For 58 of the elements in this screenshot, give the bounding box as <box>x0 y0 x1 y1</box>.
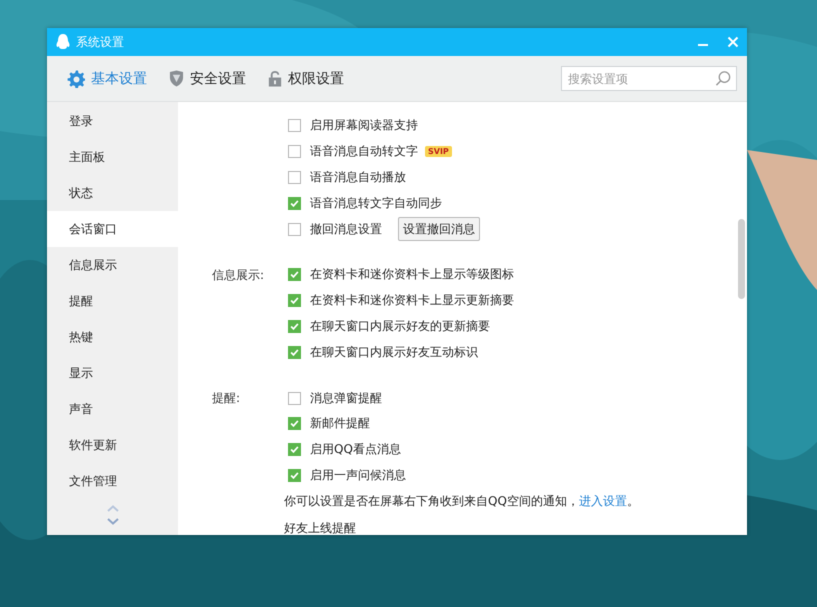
scroll-up-icon[interactable] <box>106 505 118 512</box>
sidebar-item[interactable]: 信息展示 <box>47 247 178 283</box>
window-title: 系统设置 <box>76 34 124 50</box>
sidebar-item[interactable]: 热键 <box>47 319 178 355</box>
subheading: 好友上线提醒 <box>284 520 356 535</box>
search-icon <box>715 70 732 87</box>
checkbox-label: 语音消息自动转文字 <box>310 143 418 160</box>
sidebar-item[interactable]: 状态 <box>47 175 178 211</box>
checkbox[interactable] <box>288 196 301 210</box>
sidebar-item[interactable]: 登录 <box>47 103 178 139</box>
sidebar-item[interactable]: 显示 <box>47 355 178 391</box>
scrollbar-thumb[interactable] <box>738 219 745 299</box>
vip-badge: SVIP <box>425 146 452 158</box>
checkbox[interactable] <box>288 468 301 482</box>
checkbox-label: 语音消息自动播放 <box>310 168 406 186</box>
section-label: 提醒: <box>212 390 240 408</box>
scroll-down-icon[interactable] <box>106 518 118 525</box>
checkbox[interactable] <box>288 443 301 456</box>
checkbox[interactable] <box>288 417 301 430</box>
checkbox-label: 在聊天窗口内展示好友的更新摘要 <box>310 318 490 335</box>
notice-text: 你可以设置是否在屏幕右下角收到来自QQ空间的通知，进入设置。 <box>284 493 639 510</box>
checkbox-label: 启用QQ看点消息 <box>310 441 401 458</box>
checkbox-label: 撤回消息设置 <box>310 220 382 238</box>
penguin-icon <box>56 34 70 50</box>
sidebar-item[interactable]: 文件管理 <box>47 463 178 499</box>
checkbox[interactable] <box>288 222 301 236</box>
settings-tab[interactable]: 权限设置 <box>268 66 344 92</box>
sidebar-item[interactable]: 提醒 <box>47 283 178 319</box>
checkbox-label: 语音消息转文字自动同步 <box>310 194 442 212</box>
section-label: 信息展示: <box>212 266 264 284</box>
settings-link[interactable]: 进入设置 <box>578 494 627 508</box>
lock-icon <box>268 70 282 87</box>
checkbox-label: 新邮件提醒 <box>310 415 370 432</box>
recall-settings-button[interactable]: 设置撤回消息 <box>398 217 480 242</box>
checkbox-label: 启用一声问候消息 <box>310 466 406 484</box>
checkbox[interactable] <box>288 392 301 405</box>
shield-icon <box>169 70 184 87</box>
checkbox[interactable] <box>288 119 301 132</box>
sidebar-item[interactable]: 会话窗口 <box>47 211 178 247</box>
checkbox-label: 在资料卡和迷你资料卡上显示更新摘要 <box>310 292 514 310</box>
sidebar-item[interactable]: 主面板 <box>47 139 178 175</box>
checkbox[interactable] <box>288 346 301 359</box>
gear-icon <box>67 70 85 88</box>
checkbox[interactable] <box>288 170 301 184</box>
checkbox-label: 启用屏幕阅读器支持 <box>310 117 418 134</box>
checkbox[interactable] <box>288 294 301 308</box>
checkbox-label: 在聊天窗口内展示好友互动标识 <box>310 344 478 361</box>
checkbox[interactable] <box>288 145 301 158</box>
checkbox-label: 消息弹窗提醒 <box>310 390 382 407</box>
close-icon[interactable] <box>727 36 739 48</box>
sidebar-item[interactable]: 软件更新 <box>47 427 178 463</box>
checkbox[interactable] <box>288 268 301 282</box>
checkbox[interactable] <box>288 320 301 333</box>
checkbox-label: 在资料卡和迷你资料卡上显示等级图标 <box>310 266 514 284</box>
search-field[interactable]: 搜索设置项 <box>561 66 737 91</box>
sidebar-item[interactable]: 声音 <box>47 391 178 427</box>
settings-tab[interactable]: 安全设置 <box>169 66 246 92</box>
settings-tab[interactable]: 基本设置 <box>67 66 147 92</box>
